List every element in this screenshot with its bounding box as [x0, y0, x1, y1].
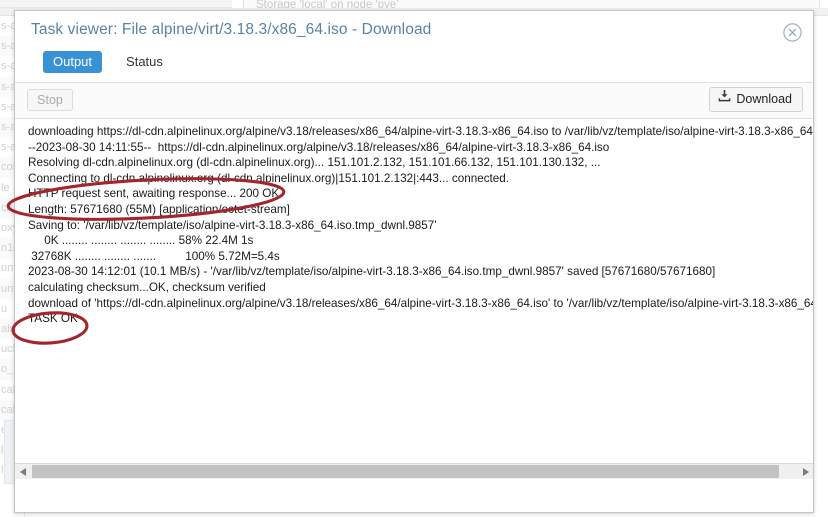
log-line: 0K ........ ........ ........ ........ 5…	[28, 234, 254, 248]
task-viewer-window: Task viewer: File alpine/virt/3.18.3/x86…	[14, 10, 814, 513]
log-line: Connecting to dl-cdn.alpinelinux.org (dl…	[28, 171, 510, 185]
log-line: Resolving dl-cdn.alpinelinux.org (dl-cdn…	[28, 156, 601, 170]
horizontal-scrollbar[interactable]	[15, 463, 813, 479]
tab-bar: Output Status	[15, 51, 813, 82]
triangle-left-icon[interactable]	[15, 464, 31, 479]
log-line: downloading https://dl-cdn.alpinelinux.o…	[28, 125, 813, 138]
log-line: 2023-08-30 14:12:01 (10.1 MB/s) - '/var/…	[28, 265, 716, 279]
tab-output[interactable]: Output	[43, 51, 103, 73]
page-title: Task viewer: File alpine/virt/3.18.3/x86…	[31, 21, 432, 38]
log-line: HTTP request sent, awaiting response... …	[28, 187, 280, 201]
log-line: Length: 57671680 (55M) [application/octe…	[28, 202, 290, 216]
log-line: 32768K ........ ........ ....... 100% 5.…	[28, 249, 280, 263]
scrollbar-thumb[interactable]	[32, 465, 779, 478]
close-icon[interactable]	[783, 23, 802, 42]
window-header: Task viewer: File alpine/virt/3.18.3/x86…	[15, 11, 813, 51]
tab-status[interactable]: Status	[116, 51, 173, 73]
download-button[interactable]: Download	[709, 87, 803, 112]
log-line: Saving to: '/var/lib/vz/template/iso/alp…	[28, 218, 437, 232]
toolbar: Stop Download	[15, 82, 813, 119]
background-topbar	[0, 0, 232, 8]
task-log-output[interactable]: downloading https://dl-cdn.alpinelinux.o…	[15, 119, 813, 479]
log-line: calculating checksum...OK, checksum veri…	[28, 280, 266, 294]
log-line: download of 'https://dl-cdn.alpinelinux.…	[28, 296, 813, 310]
triangle-right-icon[interactable]	[797, 464, 813, 479]
stop-button[interactable]: Stop	[27, 89, 73, 111]
download-icon	[718, 87, 731, 110]
log-line: TASK OK	[28, 312, 78, 326]
download-button-label: Download	[736, 92, 792, 107]
log-line: --2023-08-30 14:11:55-- https://dl-cdn.a…	[28, 140, 610, 154]
